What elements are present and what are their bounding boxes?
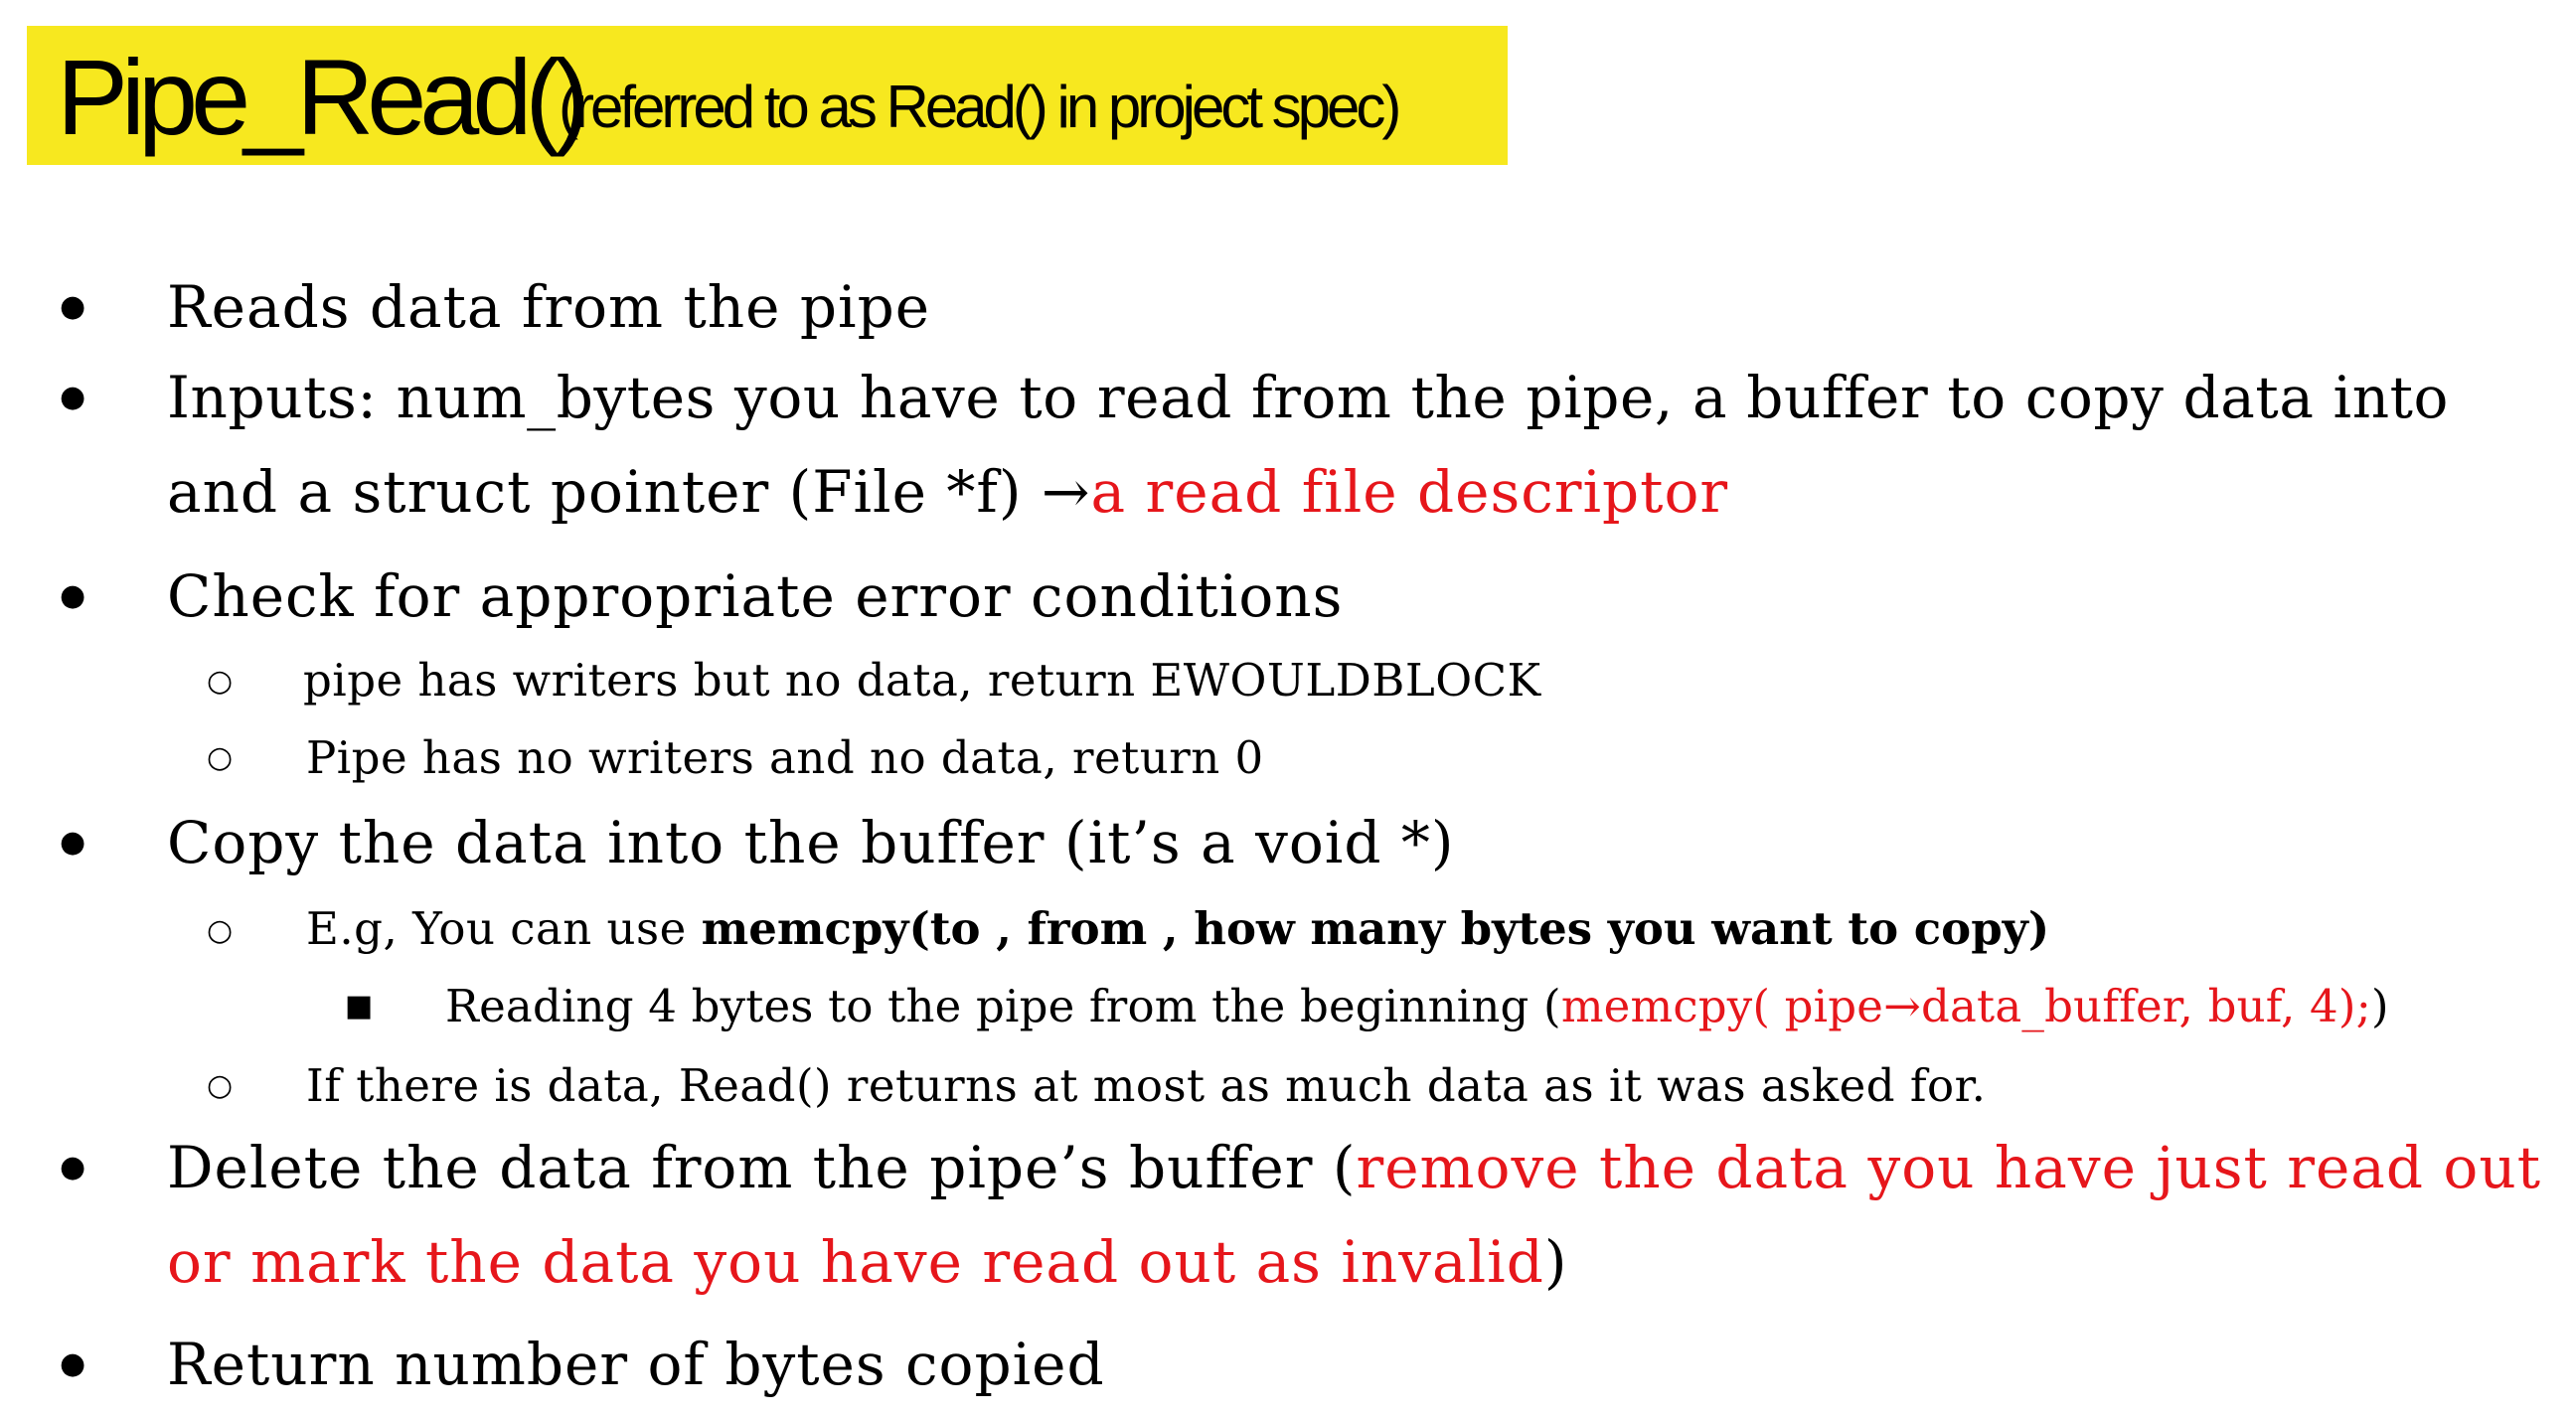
sub-bullet-circle-icon: ○ (207, 1068, 234, 1103)
error-writers-no-data: pipe has writers but no data, return EWO… (303, 654, 1541, 707)
page-title: Pipe_Read() (57, 37, 589, 157)
bullet-disc-icon: ● (60, 1150, 86, 1184)
bullet-inputs-line2: and a struct pointer (File *f) →a read f… (167, 463, 1728, 521)
bullet-delete-data-line1: Delete the data from the pipe’s buffer (… (167, 1139, 2541, 1196)
bullet-disc-icon: ● (60, 380, 86, 414)
bullet-check-errors: Check for appropriate error conditions (167, 562, 1344, 630)
bullet-return-bytes: Return number of bytes copied (167, 1331, 1105, 1398)
memcpy-example: Reading 4 bytes to the pipe from the beg… (445, 984, 2389, 1028)
inputs-struct-pointer-text: and a struct pointer (File *f) → (167, 458, 1091, 526)
memcpy-example-code: memcpy( pipe→data_buffer, buf, 4); (1560, 980, 2371, 1032)
bullet-disc-icon: ● (60, 578, 86, 613)
delete-data-invalid-text: or mark the data you have read out as in… (167, 1228, 1544, 1296)
sub-sub-bullet-square-icon: ■ (345, 989, 374, 1024)
memcpy-usage-prefix: E.g, You can use (306, 902, 702, 955)
error-no-writers-no-data: Pipe has no writers and no data, return … (306, 731, 1264, 784)
read-returns-at-most: If there is data, Read() returns at most… (306, 1059, 1987, 1112)
page-subtitle: (referred to as Read() in project spec) (559, 74, 1401, 140)
title-highlight: Pipe_Read() (referred to as Read() in pr… (27, 26, 1508, 165)
slide: Pipe_Read() (referred to as Read() in pr… (0, 0, 2576, 1419)
bullet-disc-icon: ● (60, 825, 86, 860)
delete-data-remove-text: remove the data you have just read out (1356, 1134, 2542, 1201)
memcpy-signature: memcpy(to , from , how many bytes you wa… (701, 902, 2050, 955)
bullet-delete-data-line2: or mark the data you have read out as in… (167, 1233, 1567, 1291)
bullet-copy-data: Copy the data into the buffer (it’s a vo… (167, 809, 1455, 876)
sub-bullet-circle-icon: ○ (207, 913, 234, 948)
bullet-reads-data: Reads data from the pipe (167, 273, 931, 341)
sub-bullet-circle-icon: ○ (207, 664, 234, 699)
delete-data-text: Delete the data from the pipe’s buffer ( (167, 1134, 1357, 1201)
bullet-disc-icon: ● (60, 289, 86, 324)
memcpy-example-close: ) (2370, 980, 2389, 1032)
inputs-read-fd-text: a read file descriptor (1090, 458, 1729, 526)
memcpy-example-text: Reading 4 bytes to the pipe from the beg… (445, 980, 1561, 1032)
memcpy-usage: E.g, You can use memcpy(to , from , how … (306, 906, 2049, 951)
sub-bullet-circle-icon: ○ (207, 740, 234, 775)
bullet-inputs-line1: Inputs: num_bytes you have to read from … (167, 364, 2450, 431)
bullet-disc-icon: ● (60, 1346, 86, 1381)
delete-data-close: ) (1543, 1228, 1568, 1296)
